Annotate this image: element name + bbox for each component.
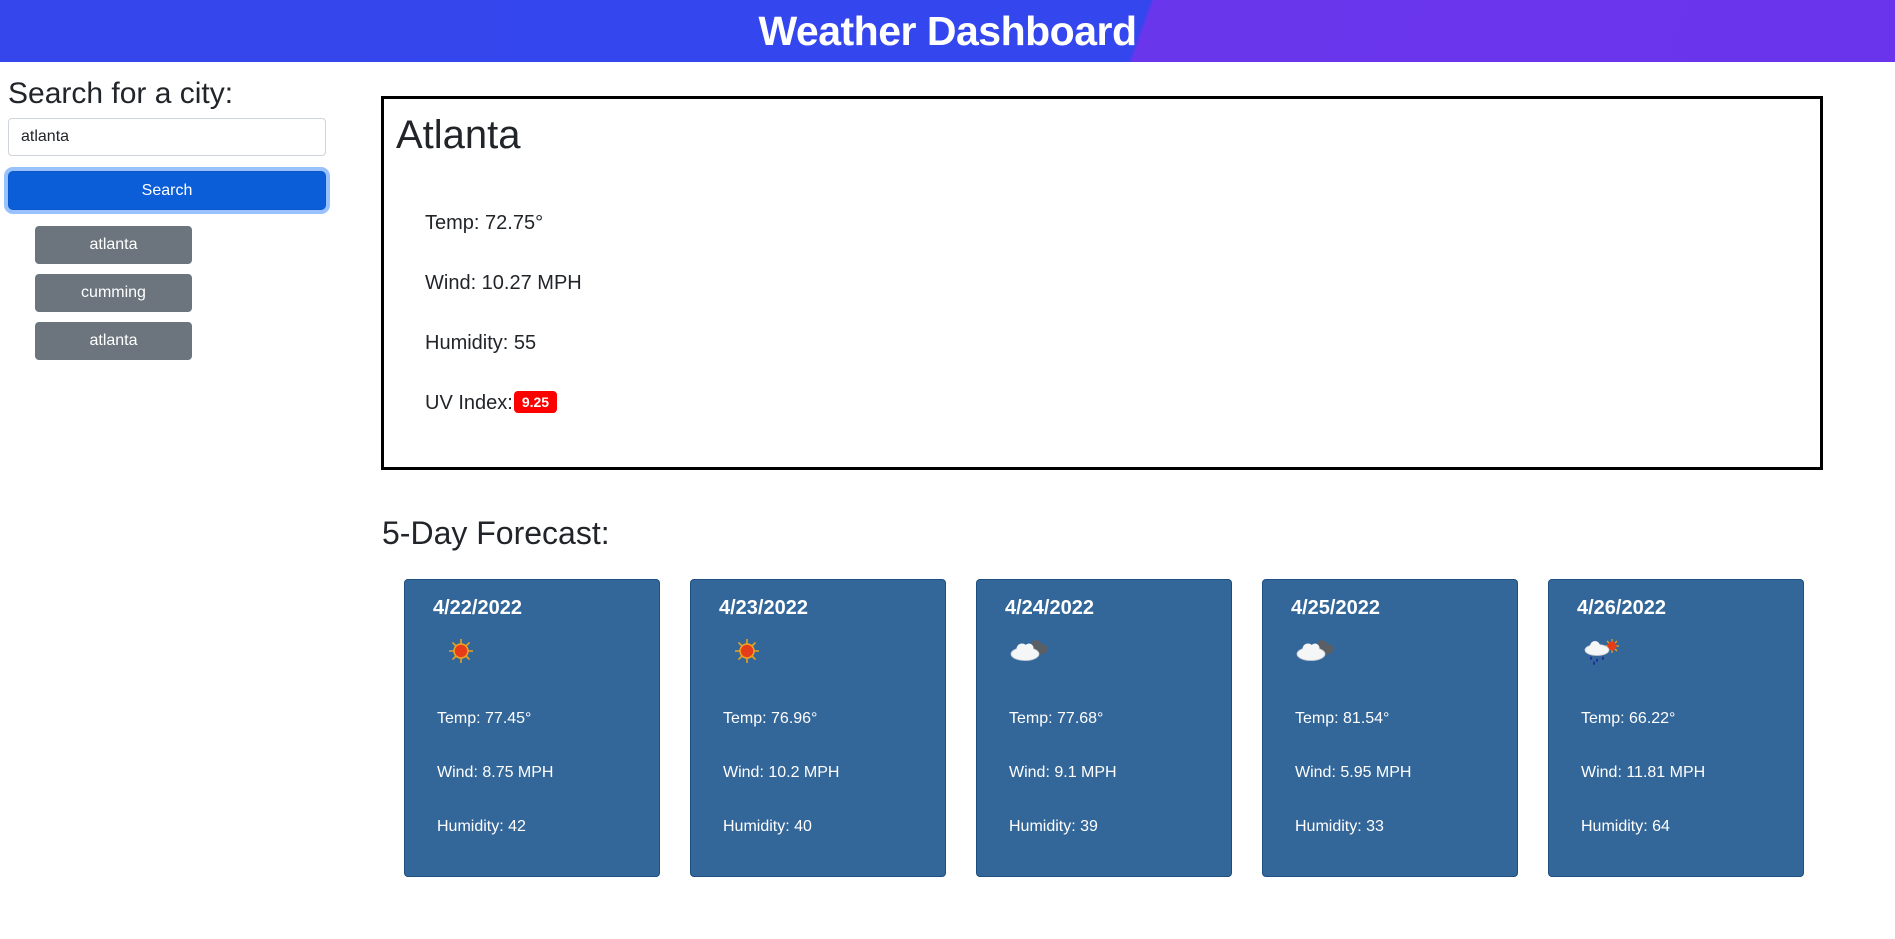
uv-label: UV Index: — [425, 392, 513, 414]
rain-sun-icon — [1584, 639, 1619, 665]
sun-icon — [735, 639, 759, 663]
forecast-wind: Wind: 5.95 MPH — [1295, 764, 1412, 781]
forecast-wind: Wind: 11.81 MPH — [1581, 764, 1706, 781]
city-name: Atlanta — [396, 113, 521, 157]
forecast-temp: Temp: 77.68° — [1009, 710, 1104, 727]
page-header: Weather Dashboard — [0, 0, 1895, 62]
forecast-date: 4/22/2022 — [433, 597, 522, 619]
forecast-temp: Temp: 77.45° — [437, 710, 532, 727]
forecast-humidity: Humidity: 42 — [437, 818, 526, 835]
city-search-input[interactable] — [8, 118, 326, 156]
forecast-date: 4/23/2022 — [719, 597, 808, 619]
current-weather-card: Atlanta Temp: 72.75° Wind: 10.27 MPH Hum… — [381, 96, 1823, 470]
forecast-temp: Temp: 81.54° — [1295, 710, 1390, 727]
history-button[interactable]: atlanta — [35, 322, 192, 360]
forecast-date: 4/25/2022 — [1291, 597, 1380, 619]
forecast-card: 4/22/2022 Temp: 77.45° Wind: 8.75 MPH Hu… — [404, 579, 660, 877]
forecast-date: 4/26/2022 — [1577, 597, 1666, 619]
uv-index-badge: 9.25 — [513, 390, 558, 413]
current-humidity: Humidity: 55 — [425, 332, 537, 354]
current-wind: Wind: 10.27 MPH — [425, 272, 582, 294]
search-history-list: atlanta cumming atlanta — [8, 226, 326, 360]
history-button[interactable]: atlanta — [35, 226, 192, 264]
search-button[interactable]: Search — [8, 171, 326, 210]
current-temp: Temp: 72.75° — [425, 212, 544, 234]
forecast-card: 4/24/2022 Temp: 77.68° Wind: 9.1 MPH Hum… — [976, 579, 1232, 877]
clouds-icon — [1010, 640, 1048, 661]
forecast-wind: Wind: 9.1 MPH — [1009, 764, 1117, 781]
page-title: Weather Dashboard — [758, 7, 1137, 54]
forecast-wind: Wind: 8.75 MPH — [437, 764, 554, 781]
forecast-humidity: Humidity: 64 — [1581, 818, 1670, 835]
current-uv: UV Index: 9.25 — [425, 390, 558, 415]
sidebar: Search for a city: Search atlanta cummin… — [8, 76, 326, 370]
clouds-icon — [1296, 640, 1334, 661]
forecast-temp: Temp: 66.22° — [1581, 710, 1676, 727]
history-button[interactable]: cumming — [35, 274, 192, 312]
forecast-wind: Wind: 10.2 MPH — [723, 764, 840, 781]
sun-icon — [449, 639, 473, 663]
forecast-temp: Temp: 76.96° — [723, 710, 818, 727]
forecast-card: 4/25/2022 Temp: 81.54° Wind: 5.95 MPH Hu… — [1262, 579, 1518, 877]
search-heading: Search for a city: — [8, 77, 234, 110]
forecast-humidity: Humidity: 40 — [723, 818, 812, 835]
forecast-heading: 5-Day Forecast: — [382, 515, 610, 551]
forecast-humidity: Humidity: 33 — [1295, 818, 1384, 835]
forecast-card: 4/23/2022 Temp: 76.96° Wind: 10.2 MPH Hu… — [690, 579, 946, 877]
forecast-date: 4/24/2022 — [1005, 597, 1094, 619]
forecast-humidity: Humidity: 39 — [1009, 818, 1098, 835]
forecast-card: 4/26/2022 Temp: 66.22° Wind: 11.81 MPH H… — [1548, 579, 1804, 877]
